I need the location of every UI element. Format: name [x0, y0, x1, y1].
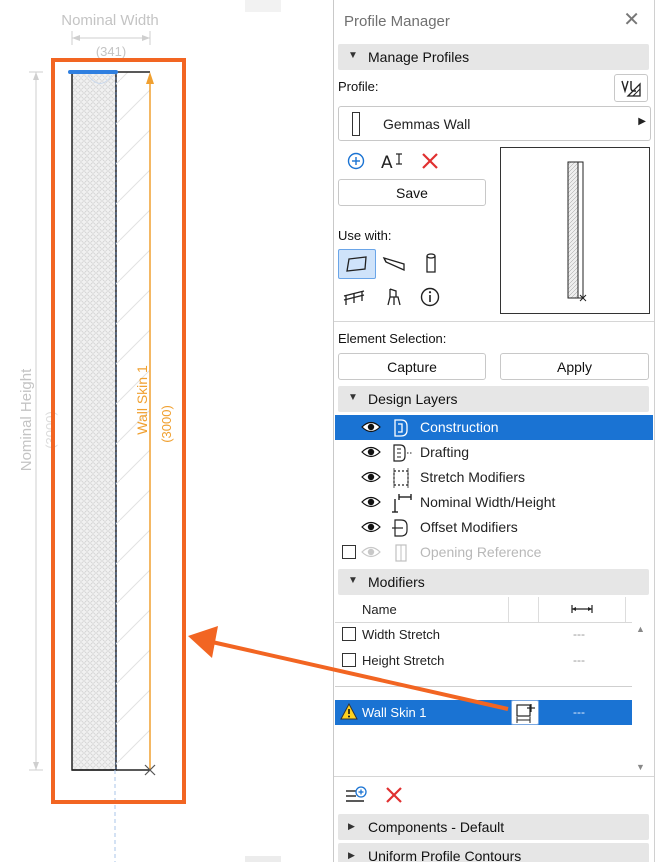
eye-icon[interactable] [361, 420, 381, 434]
collapse-triangle-icon: ▼ [348, 50, 358, 61]
width-column-icon[interactable] [571, 604, 593, 614]
canvas-corner-marker [245, 0, 281, 12]
delete-profile-icon[interactable] [416, 147, 444, 175]
opening-reference-icon [395, 544, 407, 562]
nominal-width-label: Nominal Width [61, 12, 159, 29]
assign-modifier-icon[interactable] [511, 700, 539, 725]
nominal-width-value: (341) [96, 44, 126, 59]
scroll-up-icon[interactable]: ▲ [636, 624, 645, 634]
drafting-layer-icon [393, 444, 412, 462]
wall-tool-icon[interactable] [338, 249, 376, 279]
warning-icon [340, 703, 358, 720]
use-with-label: Use with: [338, 228, 392, 243]
modifier-row-wall-skin[interactable]: Wall Skin 1 --- [335, 700, 632, 725]
column-tool-icon[interactable] [417, 249, 445, 277]
scroll-down-icon[interactable]: ▼ [636, 762, 645, 772]
profile-canvas[interactable]: Nominal Width (341) Nominal Height (3000… [0, 0, 333, 862]
expand-triangle-icon: ▶ [348, 850, 355, 860]
manage-profiles-header[interactable]: ▼ Manage Profiles [338, 44, 649, 70]
capture-button[interactable]: Capture [338, 353, 486, 380]
beam-tool-icon[interactable] [380, 249, 408, 277]
height-stretch-checkbox[interactable] [342, 653, 356, 667]
railing-tool-icon[interactable] [340, 283, 368, 311]
column-name[interactable]: Name [362, 602, 397, 617]
rename-icon[interactable]: A [378, 147, 406, 175]
modifiers-scrollbar[interactable]: ▲ ▼ [634, 622, 648, 774]
nominal-size-icon [392, 494, 412, 513]
layer-offset-modifiers[interactable]: Offset Modifiers [335, 515, 653, 540]
nominal-height-label: Nominal Height [18, 368, 35, 471]
design-layers-header[interactable]: ▼ Design Layers [338, 386, 649, 412]
skin-value: (3000) [159, 405, 174, 443]
layer-drafting[interactable]: Drafting [335, 440, 653, 465]
collapse-triangle-icon: ▼ [348, 392, 358, 403]
eye-icon[interactable] [361, 495, 381, 509]
eye-icon[interactable] [361, 520, 381, 534]
add-modifier-icon[interactable] [342, 781, 370, 809]
wall-core-fill[interactable] [71, 71, 117, 771]
width-stretch-checkbox[interactable] [342, 627, 356, 641]
profile-label: Profile: [338, 79, 379, 94]
wall-profile-thumb-icon [352, 112, 360, 136]
modifier-row-height-stretch[interactable]: Height Stretch --- [335, 648, 632, 673]
svg-text:A: A [381, 153, 393, 171]
apply-button[interactable]: Apply [500, 353, 649, 380]
stretch-modifiers-icon [393, 468, 409, 488]
nominal-height-value: (3000) [43, 411, 58, 449]
new-profile-icon[interactable] [342, 147, 370, 175]
canvas-drawing: Nominal Width (341) Nominal Height (3000… [18, 0, 281, 862]
modifier-row-width-stretch[interactable]: Width Stretch --- [335, 622, 632, 647]
close-icon[interactable]: ✕ [623, 10, 640, 30]
offset-modifiers-icon [392, 519, 408, 537]
save-button[interactable]: Save [338, 179, 486, 206]
expand-triangle-icon: ▶ [348, 821, 355, 831]
object-tool-icon[interactable] [380, 283, 408, 311]
components-header[interactable]: ▶ Components - Default [338, 814, 649, 840]
profile-select[interactable]: Gemmas Wall ▶ [338, 106, 651, 141]
panel-title-bar[interactable]: Profile Manager ✕ [334, 0, 654, 42]
profile-preview [500, 147, 650, 314]
profile-options-icon[interactable] [614, 74, 648, 102]
layer-nominal-width-height[interactable]: Nominal Width/Height [335, 490, 653, 515]
skin-label: Wall Skin 1 [134, 365, 150, 435]
layer-opening-reference[interactable]: Opening Reference [335, 540, 653, 565]
chevron-right-icon: ▶ [638, 116, 646, 127]
info-icon[interactable] [416, 283, 444, 311]
uniform-profile-contours-header[interactable]: ▶ Uniform Profile Contours [338, 843, 649, 864]
modifiers-table-header: Name [335, 597, 632, 623]
collapse-triangle-icon: ▼ [348, 575, 358, 586]
profile-name: Gemmas Wall [383, 116, 471, 132]
layer-stretch-modifiers[interactable]: Stretch Modifiers [335, 465, 653, 490]
construction-layer-icon [394, 419, 408, 437]
eye-icon[interactable] [361, 445, 381, 459]
layer-construction[interactable]: Construction [335, 415, 653, 440]
eye-icon [361, 546, 381, 558]
delete-modifier-icon[interactable] [380, 781, 408, 809]
opening-reference-checkbox[interactable] [342, 545, 356, 559]
profile-preview-drawing [567, 161, 587, 302]
element-selection-label: Element Selection: [338, 331, 447, 346]
profile-manager-panel: Profile Manager ✕ ▼ Manage Profiles Prof… [333, 0, 655, 864]
panel-title: Profile Manager [344, 13, 450, 30]
eye-icon[interactable] [361, 470, 381, 484]
modifiers-header[interactable]: ▼ Modifiers [338, 569, 649, 595]
